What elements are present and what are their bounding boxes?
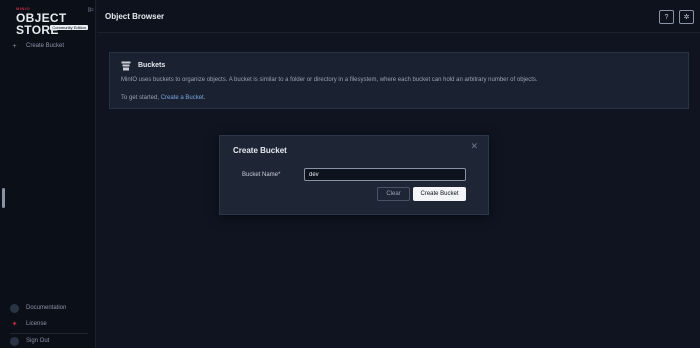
- sidebar-item-label: Create Bucket: [26, 43, 65, 49]
- logo-edition: Community Edition: [50, 25, 88, 30]
- sign-out-icon: [10, 336, 19, 346]
- scroll-handle[interactable]: [2, 188, 5, 208]
- help-button[interactable]: ?: [659, 10, 674, 24]
- settings-button[interactable]: ✲: [679, 10, 694, 24]
- close-icon[interactable]: ✕: [470, 141, 478, 152]
- page-title: Object Browser: [105, 12, 165, 21]
- sidebar-item-label: Documentation: [26, 305, 67, 311]
- sidebar-item-sign-out[interactable]: Sign Out: [10, 334, 90, 348]
- bucket-name-label: Bucket Name*: [242, 172, 281, 178]
- dialog-title: Create Bucket: [233, 146, 287, 155]
- settings-icon: ✲: [683, 14, 690, 21]
- bucket-name-input[interactable]: [304, 168, 466, 181]
- logo-product: OBJECT STORE: [16, 11, 67, 37]
- logo: MINIO OBJECT STORE Community Edition: [16, 6, 90, 36]
- sidebar-item-documentation[interactable]: Documentation: [10, 301, 90, 315]
- document-icon: [10, 303, 19, 313]
- header: Object Browser ? ✲: [97, 0, 700, 33]
- sidebar: MINIO OBJECT STORE Community Edition ⊫ +…: [0, 0, 96, 348]
- sidebar-item-label: License: [26, 321, 47, 327]
- sidebar-item-license[interactable]: ✦ License: [10, 317, 90, 331]
- create-bucket-dialog: Create Bucket ✕ Bucket Name* Clear Creat…: [219, 135, 489, 215]
- sidebar-item-label: Sign Out: [26, 338, 50, 344]
- sidebar-item-create-bucket[interactable]: + Create Bucket: [10, 39, 90, 53]
- plus-icon: +: [12, 42, 17, 50]
- help-icon: ?: [664, 13, 669, 21]
- clear-button[interactable]: Clear: [377, 187, 410, 201]
- collapse-icon[interactable]: ⊫: [88, 6, 94, 14]
- license-icon: ✦: [11, 321, 18, 328]
- create-bucket-button[interactable]: Create Bucket: [413, 187, 466, 201]
